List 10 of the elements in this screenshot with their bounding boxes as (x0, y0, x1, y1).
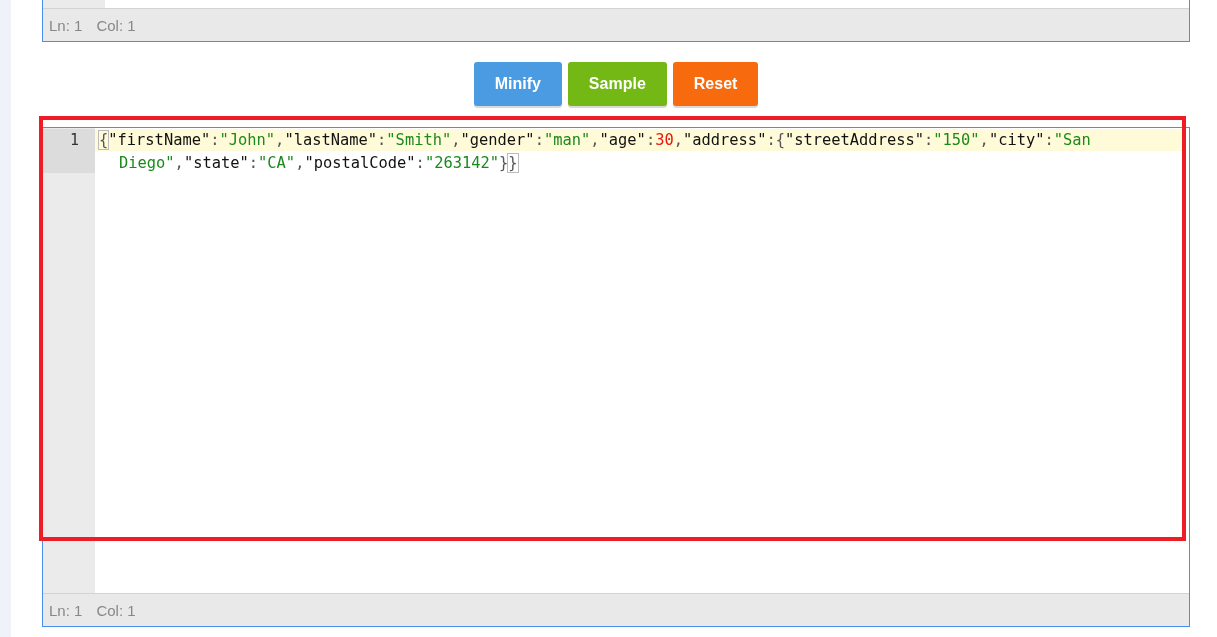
action-button[interactable]: Reset (672, 62, 759, 106)
code-editor[interactable]: Ln: 1 Col: 1 (42, 0, 1190, 42)
line-number-gutter (43, 0, 105, 8)
line-number: 1 (43, 129, 95, 173)
cursor-line-status: Ln: 1 (49, 601, 83, 619)
action-button[interactable]: Sample (567, 62, 667, 106)
cursor-line-status: Ln: 1 (49, 16, 83, 34)
action-button[interactable]: Minify (473, 62, 562, 106)
cursor-column-status: Col: 1 (96, 16, 136, 34)
cursor-column-status: Col: 1 (96, 601, 136, 619)
